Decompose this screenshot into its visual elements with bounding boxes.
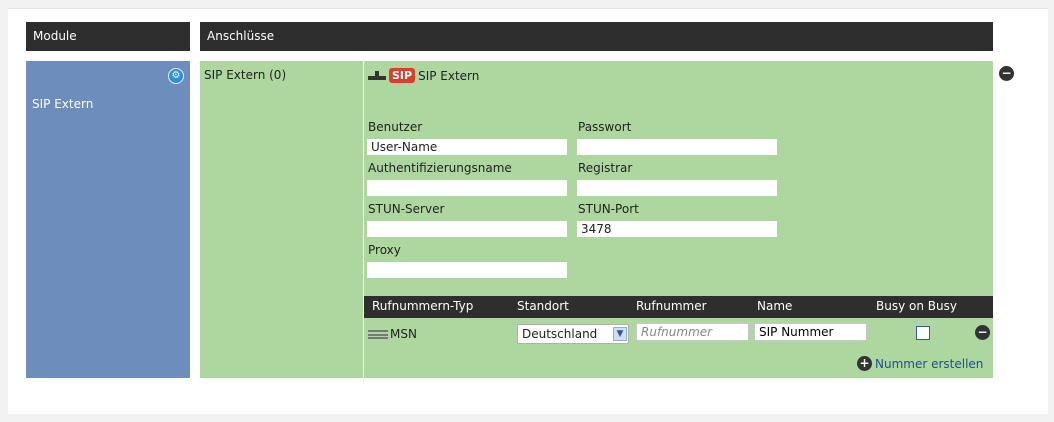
add-number-button[interactable]: + Nummer erstellen: [857, 356, 983, 371]
remove-number-icon[interactable]: −: [975, 325, 990, 340]
passwort-input[interactable]: [577, 139, 777, 155]
proxy-label: Proxy: [368, 243, 401, 257]
col-busy-on-busy: Busy on Busy: [876, 299, 957, 313]
benutzer-input[interactable]: [367, 139, 567, 155]
plug-icon: [368, 70, 386, 81]
auth-input[interactable]: [367, 180, 567, 196]
chevron-down-icon[interactable]: ▼: [613, 327, 627, 341]
gear-icon[interactable]: ⚙: [168, 68, 184, 84]
stun-port-label: STUN-Port: [578, 202, 639, 216]
stun-server-label: STUN-Server: [368, 202, 445, 216]
standort-select[interactable]: Deutschland ▼: [517, 324, 629, 344]
proxy-input[interactable]: [367, 262, 567, 278]
standort-selected-value: Deutschland: [522, 327, 598, 341]
numbers-table-header: Rufnummern-Typ Standort Rufnummer Name B…: [364, 296, 993, 318]
col-rufnummer: Rufnummer: [636, 299, 707, 313]
rufnummer-input[interactable]: [636, 323, 749, 341]
connection-item-sip-extern[interactable]: SIP Extern (0): [204, 68, 286, 82]
col-name: Name: [757, 299, 793, 313]
registrar-label: Registrar: [578, 161, 633, 175]
detail-title-text: SIP Extern: [418, 68, 480, 83]
stun-port-input[interactable]: [577, 221, 777, 237]
passwort-label: Passwort: [578, 120, 632, 134]
plus-circle-icon: +: [857, 356, 872, 371]
col-standort: Standort: [517, 299, 569, 313]
busy-on-busy-checkbox[interactable]: [916, 326, 930, 340]
sip-badge: SIP: [389, 68, 416, 83]
anschluesse-header: Anschlüsse: [200, 22, 993, 51]
add-number-label: Nummer erstellen: [875, 356, 984, 371]
benutzer-label: Benutzer: [368, 120, 423, 134]
connections-column: SIP Extern (0): [200, 61, 363, 378]
col-rufnummern-typ: Rufnummern-Typ: [372, 299, 474, 313]
detail-title: SIP SIP Extern: [368, 68, 479, 83]
row-type-msn: MSN: [390, 327, 417, 341]
remove-connection-icon[interactable]: −: [999, 66, 1014, 81]
drag-handle-icon[interactable]: [368, 330, 388, 339]
auth-label: Authentifizierungsname: [368, 161, 512, 175]
name-input[interactable]: [754, 323, 867, 341]
registrar-input[interactable]: [577, 180, 777, 196]
stun-server-input[interactable]: [367, 221, 567, 237]
module-item-sip-extern[interactable]: SIP Extern: [32, 97, 93, 111]
modules-header: Module: [26, 22, 190, 51]
modules-column: ⚙ SIP Extern: [26, 61, 190, 378]
